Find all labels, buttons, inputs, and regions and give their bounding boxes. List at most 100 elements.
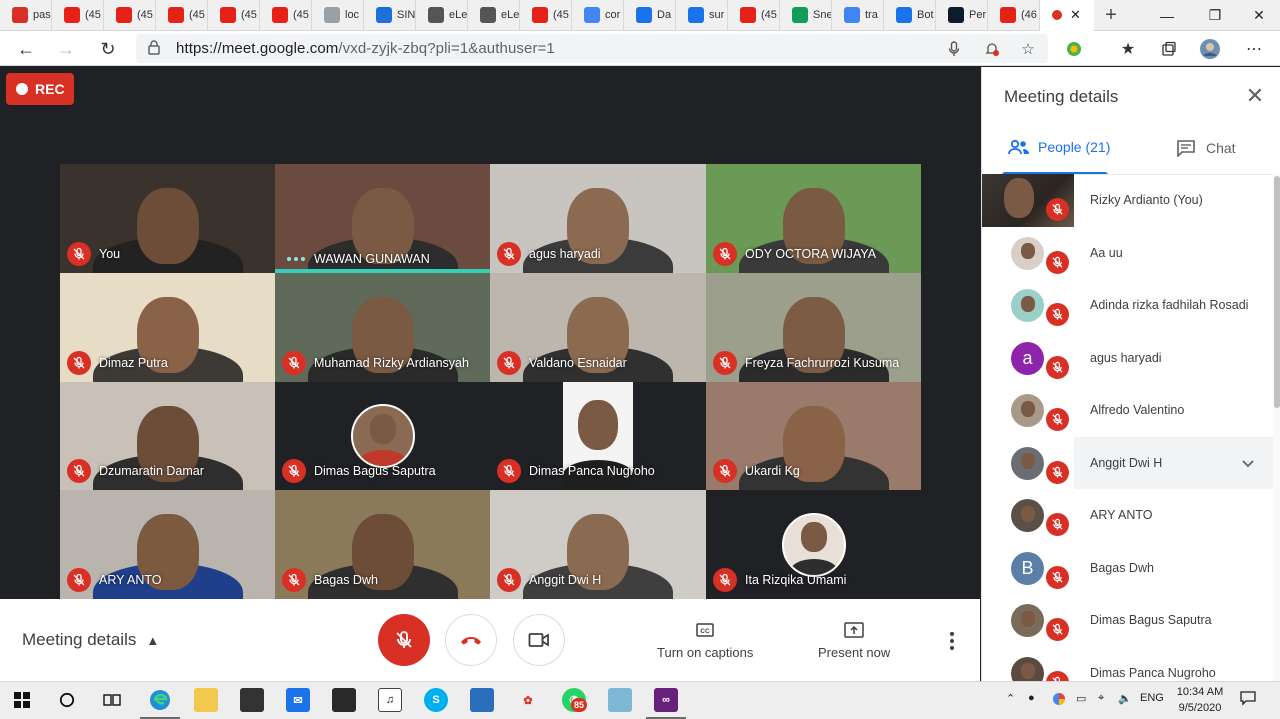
- participant-tile[interactable]: Ita Rizqika Umami: [706, 490, 921, 599]
- browser-tab[interactable]: cor: [572, 0, 624, 31]
- more-options-button[interactable]: [940, 629, 964, 653]
- people-list-item[interactable]: Dimas Bagus Saputra: [982, 594, 1274, 647]
- browser-tab[interactable]: sur: [676, 0, 728, 31]
- participant-tile[interactable]: WAWAN GUNAWAN: [275, 164, 490, 273]
- tablet-app-icon[interactable]: [608, 688, 632, 712]
- panel-close-button[interactable]: ✕: [1244, 85, 1266, 107]
- scroll-thumb[interactable]: [1274, 176, 1280, 408]
- participant-tile[interactable]: Dimas Panca Nugroho: [490, 382, 706, 490]
- maximize-button[interactable]: ❐: [1192, 0, 1238, 31]
- participant-tile[interactable]: Dzumaratin Damar: [60, 382, 275, 490]
- edge-browser-icon[interactable]: [148, 688, 172, 712]
- minimize-button[interactable]: —: [1144, 0, 1190, 31]
- browser-tab[interactable]: (45: [520, 0, 572, 31]
- participant-tile[interactable]: Muhamad Rizky Ardiansyah: [275, 273, 490, 382]
- clock-date[interactable]: 9/5/2020: [1170, 702, 1230, 714]
- chevron-down-icon[interactable]: [1240, 455, 1256, 471]
- wifi-icon[interactable]: ⌖: [1098, 692, 1104, 705]
- notification-center-icon[interactable]: [1240, 690, 1256, 709]
- lock-icon[interactable]: [148, 40, 160, 60]
- microphone-tray-icon[interactable]: ●: [1028, 692, 1035, 704]
- people-list-item[interactable]: Dimas Panca Nugroho: [982, 647, 1274, 681]
- settings-more-icon[interactable]: ⋯: [1242, 38, 1266, 60]
- battery-icon[interactable]: ▭: [1076, 692, 1086, 705]
- participant-tile[interactable]: ARY ANTO: [60, 490, 275, 599]
- volume-icon[interactable]: 🔈: [1118, 692, 1132, 705]
- browser-tab[interactable]: (45: [208, 0, 260, 31]
- browser-tab[interactable]: (45: [260, 0, 312, 31]
- clock-time[interactable]: 10:34 AM: [1170, 686, 1230, 698]
- browser-tab[interactable]: Bot: [884, 0, 936, 31]
- forward-button[interactable]: →: [54, 37, 78, 61]
- piano-app-icon[interactable]: ♫: [378, 688, 402, 712]
- participant-tile[interactable]: Dimas Bagus Saputra: [275, 382, 490, 490]
- back-button[interactable]: ←: [14, 37, 38, 61]
- sticky-notes-icon[interactable]: [332, 688, 356, 712]
- captions-button[interactable]: CC Turn on captions: [657, 619, 753, 660]
- browser-tab[interactable]: (45: [156, 0, 208, 31]
- browser-tab[interactable]: Sne: [780, 0, 832, 31]
- browser-tab[interactable]: SIN: [364, 0, 416, 31]
- people-list-item[interactable]: Rizky Ardianto (You): [982, 174, 1274, 227]
- store-icon[interactable]: [240, 688, 264, 712]
- file-explorer-icon[interactable]: [194, 688, 218, 712]
- browser-tab[interactable]: tra: [832, 0, 884, 31]
- browser-tab[interactable]: (46: [988, 0, 1040, 31]
- browser-tab[interactable]: (45: [728, 0, 780, 31]
- participant-tile[interactable]: agus haryadi: [490, 164, 706, 273]
- participant-tile[interactable]: Anggit Dwi H: [490, 490, 706, 599]
- leave-call-button[interactable]: [445, 614, 497, 666]
- browser-tab[interactable]: (45: [52, 0, 104, 31]
- photos-icon[interactable]: [470, 688, 494, 712]
- browser-tab-active[interactable]: ✕: [1040, 0, 1094, 31]
- profile-avatar[interactable]: [1198, 38, 1222, 60]
- new-tab-button[interactable]: +: [1094, 4, 1128, 27]
- browser-tab[interactable]: pas: [0, 0, 52, 31]
- participant-tile[interactable]: Dimaz Putra: [60, 273, 275, 382]
- skype-icon[interactable]: S: [424, 688, 448, 712]
- visual-studio-icon[interactable]: ∞: [654, 688, 678, 712]
- browser-tab[interactable]: Per: [936, 0, 988, 31]
- close-tab-icon[interactable]: ✕: [1070, 7, 1081, 23]
- participant-tile[interactable]: Valdano Esnaidar: [490, 273, 706, 382]
- microphone-toggle-button[interactable]: [378, 614, 430, 666]
- task-view-icon[interactable]: [100, 688, 124, 712]
- window-close-button[interactable]: ✕: [1236, 0, 1280, 31]
- color-wheel-tray-icon[interactable]: [1052, 692, 1066, 709]
- browser-tab[interactable]: eLe: [468, 0, 520, 31]
- participant-tile[interactable]: Ukardi Kg: [706, 382, 921, 490]
- favorites-icon[interactable]: ★: [1116, 38, 1140, 60]
- language-indicator[interactable]: ENG: [1140, 692, 1164, 704]
- microphone-icon[interactable]: [944, 39, 964, 59]
- people-list-item[interactable]: Adinda rizka fadhilah Rosadi: [982, 279, 1274, 332]
- participant-tile[interactable]: You: [60, 164, 275, 273]
- url-field[interactable]: https://meet.google.com/vxd-zyjk-zbq?pli…: [136, 34, 1048, 63]
- mail-icon[interactable]: ✉: [286, 688, 310, 712]
- tab-chat[interactable]: Chat: [1176, 139, 1236, 157]
- tab-people[interactable]: People (21): [1008, 139, 1110, 155]
- browser-tab[interactable]: eLe: [416, 0, 468, 31]
- browser-tab[interactable]: (45: [104, 0, 156, 31]
- meeting-details-button[interactable]: Meeting details ▲: [22, 630, 159, 650]
- people-list-item[interactable]: ARY ANTO: [982, 489, 1274, 542]
- people-scrollbar[interactable]: [1273, 174, 1280, 681]
- camera-toggle-button[interactable]: [513, 614, 565, 666]
- browser-tab[interactable]: loc: [312, 0, 364, 31]
- extension-icon[interactable]: [1062, 38, 1086, 60]
- refresh-button[interactable]: ↻: [96, 37, 120, 61]
- show-hidden-icons-chevron[interactable]: ⌃: [1006, 692, 1015, 705]
- favorite-star-icon[interactable]: ☆: [1018, 39, 1038, 59]
- search-circle-icon[interactable]: [55, 688, 79, 712]
- participant-tile[interactable]: ODY OCTORA WIJAYA: [706, 164, 921, 273]
- present-now-button[interactable]: Present now: [818, 619, 890, 660]
- windows-start-icon[interactable]: [10, 688, 34, 712]
- collections-icon[interactable]: [1157, 38, 1181, 60]
- people-list-item[interactable]: Aa uu: [982, 227, 1274, 280]
- people-list-item[interactable]: B Bagas Dwh: [982, 542, 1274, 595]
- people-list-item[interactable]: Alfredo Valentino: [982, 384, 1274, 437]
- notification-blocked-icon[interactable]: [982, 39, 1002, 59]
- participant-tile[interactable]: Bagas Dwh: [275, 490, 490, 599]
- paint-icon[interactable]: ✿: [516, 688, 540, 712]
- participant-tile[interactable]: Freyza Fachrurrozi Kusuma: [706, 273, 921, 382]
- people-list-item[interactable]: a agus haryadi: [982, 332, 1274, 385]
